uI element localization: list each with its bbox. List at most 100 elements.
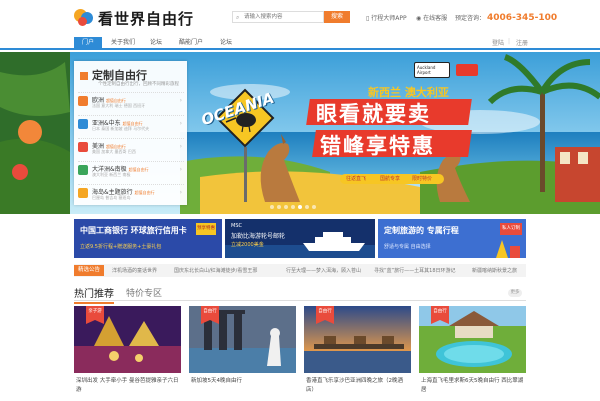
app-label: 行程大师APP [371, 15, 407, 22]
announcement-item[interactable]: 新疆喀纳斯秋景之旅 [472, 267, 517, 274]
product-card[interactable]: 亲子游 深圳出发 大手牵小手 曼谷芭提雅亲子六日游 [74, 306, 181, 399]
product-card[interactable]: 自由行 上海直飞毛里求斯6天5晚自由行 西比翠湖居 [419, 306, 526, 399]
login-link[interactable]: 登陆 [492, 38, 504, 47]
banner-tag-1: 往返直飞 [346, 176, 367, 182]
category-subtitle: 个性定制自由行出行，回顾不同精彩旅程 [98, 82, 179, 87]
product-card[interactable]: 自由行 新加坡5天4晚自由行 [189, 306, 296, 399]
nav-item-portal[interactable]: 门户 [74, 37, 102, 49]
category-item-oceania[interactable]: 大洋洲&南极 超值自由行 澳大利亚 新西兰 南极 › [78, 161, 184, 178]
nav-item-kuneng-portal[interactable]: 酷能门户 [176, 37, 206, 49]
hotline-label: 预定咨询： [455, 15, 486, 22]
tab-hot-recommend[interactable]: 热门推荐 [74, 285, 114, 304]
slider-dot[interactable] [270, 205, 274, 209]
online-service-link[interactable]: ◉ 在线客服 [416, 13, 447, 22]
category-desc: 澳大利亚 新西兰 南极 [92, 172, 131, 177]
landmark-illustration [496, 240, 520, 258]
banner-headline-1: 眼看就要卖 [316, 102, 431, 126]
hotline-number: 4006-345-100 [487, 13, 558, 23]
tab-special-offers[interactable]: 特价专区 [126, 286, 162, 299]
chevron-right-icon: › [179, 97, 182, 104]
slider-dot-active[interactable] [298, 205, 302, 209]
chevron-right-icon: › [179, 189, 182, 196]
nav-item-about[interactable]: 关于我们 [108, 37, 138, 49]
nav-item-forum-2[interactable]: 论坛 [216, 37, 236, 49]
ad-badge: 私人订制 [500, 223, 522, 235]
card-caption: 深圳出发 大手牵小手 曼谷芭提雅亲子六日游 [76, 378, 179, 393]
chevron-right-icon: › [179, 143, 182, 150]
hotline: 预定咨询： 4006-345-100 [455, 13, 557, 23]
slider-dot[interactable] [284, 205, 288, 209]
ad-subtext: 立减2000美金 [231, 242, 264, 248]
category-badge: 超值自由行 [128, 167, 149, 172]
category-desc: 巴厘岛 普吉岛 塞班岛 [92, 195, 131, 200]
site-header: 看世界自由行 ⌕ 搜索 ▯ 行程大师APP ◉ 在线客服 预定咨询：4006-3… [0, 0, 600, 34]
air-china-logo-icon [456, 64, 478, 76]
announcement-label: 精选公告 [74, 265, 105, 276]
register-link[interactable]: 注册 [516, 38, 528, 47]
category-item-islands[interactable]: 海岛&主题旅行 超值自由行 巴厘岛 普吉岛 塞班岛 › [78, 184, 184, 201]
category-item-asia-middle-east[interactable]: 亚洲&中东 超值自由行 日本 泰国 新加坡 迪拜 马尔代夫 › [78, 115, 184, 132]
ad-text: 舒适与专属 自由选择 [384, 244, 431, 250]
category-badge: 超值自由行 [134, 190, 155, 195]
slider-dot[interactable] [305, 205, 309, 209]
announcement-item[interactable]: 行至大理——梦入洱海，顾入苍山 [286, 267, 361, 274]
section-tabs: 热门推荐 特价专区 更多 [74, 285, 526, 304]
nav-item-forum[interactable]: 论坛 [146, 37, 166, 49]
card-caption: 上海直飞毛里求斯6天5晚自由行 西比翠湖居 [421, 378, 524, 393]
ad-custom-tour[interactable]: 定制旅游的 专属行程 舒适与专属 自由选择 私人订制 [378, 219, 526, 258]
announcement-item[interactable]: 国庆东北长白山/红海滩徒步/看雪王邪 [174, 267, 257, 274]
card-tag: 自由行 [316, 306, 334, 324]
airline-logo: Auckland Airport [414, 62, 450, 78]
chevron-right-icon: › [179, 166, 182, 173]
category-desc: 法国 意大利 瑞士 德国 西班牙 [92, 103, 146, 108]
map-pin-icon [80, 72, 88, 80]
category-desc: 美国 加拿大 墨西哥 巴西 [92, 149, 136, 154]
announcement-item[interactable]: 洋机场酒的童话世界 [112, 267, 157, 274]
americas-icon [78, 142, 88, 152]
slider-dots [270, 203, 319, 211]
nav-separator: | [508, 38, 511, 45]
ad-text: 加勒比海游轮号邮轮 [231, 233, 286, 240]
phone-icon: ▯ [366, 15, 370, 22]
logo-text[interactable]: 看世界自由行 [98, 8, 194, 29]
card-caption: 新加坡5天4晚自由行 [191, 378, 242, 384]
card-tag: 亲子游 [86, 306, 104, 324]
category-item-europe[interactable]: 欧洲 超值自由行 法国 意大利 瑞士 德国 西班牙 › [78, 92, 184, 109]
search-box[interactable]: ⌕ [232, 11, 324, 23]
chevron-right-icon: › [179, 120, 182, 127]
main-nav: 门户 关于我们 论坛 酷能门户 论坛 登陆 | 注册 [0, 34, 600, 50]
island-icon [78, 188, 88, 198]
more-button[interactable]: 更多 [508, 289, 522, 297]
search-button[interactable]: 搜索 [324, 11, 350, 23]
ad-title: 定制旅游的 专属行程 [384, 226, 459, 235]
ad-msc-cruise[interactable]: MSC 加勒比海游轮号邮轮 立减2000美金 [225, 219, 375, 258]
asia-icon [78, 119, 88, 129]
slider-dot[interactable] [277, 205, 281, 209]
app-link[interactable]: ▯ 行程大师APP [366, 13, 407, 22]
search-input[interactable] [244, 12, 322, 22]
announcement-bar: 精选公告 洋机场酒的童话世界 国庆东北长白山/红海滩徒步/看雪王邪 行至大理——… [74, 264, 526, 277]
banner-tag-2: 国航专享 [380, 176, 401, 182]
service-label: 在线客服 [423, 15, 448, 22]
chat-icon: ◉ [416, 15, 422, 22]
category-panel: 定制自由行 个性定制自由行出行，回顾不同精彩旅程 欧洲 超值自由行 法国 意大利… [74, 61, 187, 205]
category-item-americas[interactable]: 美洲 超值自由行 美国 加拿大 墨西哥 巴西 › [78, 138, 184, 155]
announcement-item[interactable]: 寻找“蓝”旅行——土耳其18日环游记 [374, 267, 456, 274]
card-tag: 自由行 [201, 306, 219, 324]
ad-strip: 中国工商银行 环球旅行信用卡 立返9.5折行程+赠送服务+土豪礼包 预享特惠 M… [74, 219, 526, 258]
slider-dot[interactable] [291, 205, 295, 209]
banner-headline-2: 错峰享特惠 [320, 134, 435, 158]
product-card[interactable]: 自由行 香港直飞乐享沙巴亚洲四晚之旅（2晚酒店） [304, 306, 411, 399]
europe-icon [78, 96, 88, 106]
card-tag: 自由行 [431, 306, 449, 324]
ad-title: 中国工商银行 环球旅行信用卡 [80, 226, 187, 235]
ad-icbc-card[interactable]: 中国工商银行 环球旅行信用卡 立返9.5折行程+赠送服务+土豪礼包 预享特惠 [74, 219, 222, 258]
slider-dot[interactable] [312, 205, 316, 209]
category-desc: 日本 泰国 新加坡 迪拜 马尔代夫 [92, 126, 150, 131]
search-icon: ⌕ [236, 14, 240, 21]
ad-text: 立返9.5折行程+赠送服务+土豪礼包 [80, 244, 162, 250]
banner-tag-strip: 往返直飞 国航专享 限时特价 [340, 174, 444, 184]
banner-tag-3: 限时特价 [412, 176, 433, 182]
ad-badge: 预享特惠 [196, 223, 216, 235]
logo-icon[interactable] [74, 6, 96, 28]
